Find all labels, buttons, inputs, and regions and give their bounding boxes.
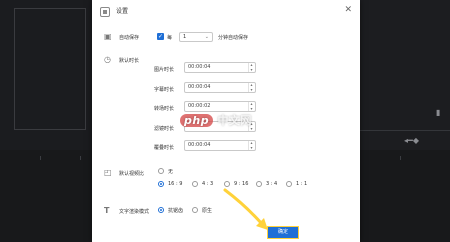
close-icon[interactable]: ✕ <box>344 5 352 15</box>
playhead-icon: ◂━◆ <box>404 136 419 145</box>
app-logo-icon <box>100 7 110 17</box>
dialog-header: 设置 ✕ <box>92 0 360 24</box>
spinner-icon[interactable]: ▴ ▾ <box>248 82 254 92</box>
text-render-antialias[interactable] <box>158 207 164 213</box>
aspect-ratio-icon: ◰ <box>104 168 112 177</box>
watermark-brand: php <box>180 114 214 127</box>
watermark-text: 中文网 <box>217 114 252 127</box>
subtitle-duration-label: 字幕时长 <box>154 87 175 93</box>
ratio-option-9-16[interactable] <box>224 181 230 187</box>
ratio-option-none[interactable] <box>158 168 164 174</box>
spinner-icon[interactable]: ▴ ▾ <box>248 101 254 111</box>
overlay-duration-label: 覆叠时长 <box>154 145 175 151</box>
subtitle-duration-value: 00:00:04 <box>188 84 211 90</box>
ratio-option-16-9[interactable] <box>158 181 164 187</box>
default-duration-label: 默认时长 <box>119 58 140 64</box>
autosave-label: 自动保存 <box>119 35 140 41</box>
clock-icon: ◷ <box>104 55 111 64</box>
spinner-icon[interactable]: ▴ ▾ <box>248 140 254 150</box>
confirm-button[interactable]: 确定 <box>267 226 299 239</box>
ratio-option-none-label: 无 <box>168 169 174 175</box>
text-t-icon: T <box>104 206 110 215</box>
aspect-ratio-label: 默认视频比 <box>119 171 145 177</box>
ratio-option-4-3[interactable] <box>192 181 198 187</box>
text-render-antialias-label: 抗锯齿 <box>168 208 184 214</box>
overlay-duration-input[interactable]: 00:00:04 ▴ ▾ <box>184 140 256 151</box>
text-render-native[interactable] <box>192 207 198 213</box>
timeline-tick <box>80 156 81 160</box>
watermark: php 中文网 <box>180 112 252 128</box>
ratio-option-3-4[interactable] <box>256 181 262 187</box>
subtitle-duration-input[interactable]: 00:00:04 ▴ ▾ <box>184 82 256 93</box>
image-duration-value: 00:00:04 <box>188 64 211 70</box>
properties-divider <box>360 130 450 131</box>
transition-duration-input[interactable]: 00:00:02 ▴ ▾ <box>184 101 256 112</box>
autosave-suffix: 分钟自动保存 <box>218 35 249 41</box>
filter-duration-label: 滤镜时长 <box>154 126 175 132</box>
image-duration-label: 图片时长 <box>154 67 175 73</box>
image-duration-input[interactable]: 00:00:04 ▴ ▾ <box>184 62 256 73</box>
autosave-interval-select[interactable]: 1 ⌄ <box>179 32 213 42</box>
chevron-down-icon: ⌄ <box>204 34 209 40</box>
autosave-checkbox[interactable]: ✓ <box>157 33 164 40</box>
scroll-handle-icon: ▮ <box>436 108 441 117</box>
text-render-label: 文字渲染模式 <box>119 209 150 215</box>
autosave-interval-value: 1 <box>183 34 187 40</box>
transition-duration-value: 00:00:02 <box>188 103 211 109</box>
ratio-option-3-4-label: 3 : 4 <box>266 181 278 187</box>
dialog-title: 设置 <box>116 8 129 15</box>
ratio-option-1-1-label: 1 : 1 <box>296 181 308 187</box>
autosave-checkbox-label: 每 <box>167 35 173 41</box>
transition-duration-label: 转场时长 <box>154 106 175 112</box>
ratio-option-1-1[interactable] <box>286 181 292 187</box>
timeline-tick <box>40 156 41 160</box>
ratio-option-16-9-label: 16 : 9 <box>168 181 183 187</box>
ratio-option-9-16-label: 9 : 16 <box>234 181 249 187</box>
text-render-native-label: 原生 <box>202 208 213 214</box>
overlay-duration-value: 00:00:04 <box>188 142 211 148</box>
preview-frame <box>14 8 86 130</box>
ratio-option-4-3-label: 4 : 3 <box>202 181 214 187</box>
spinner-icon[interactable]: ▴ ▾ <box>248 62 254 72</box>
timeline-tick <box>400 156 401 160</box>
floppy-disk-icon: ▣ <box>104 32 112 41</box>
